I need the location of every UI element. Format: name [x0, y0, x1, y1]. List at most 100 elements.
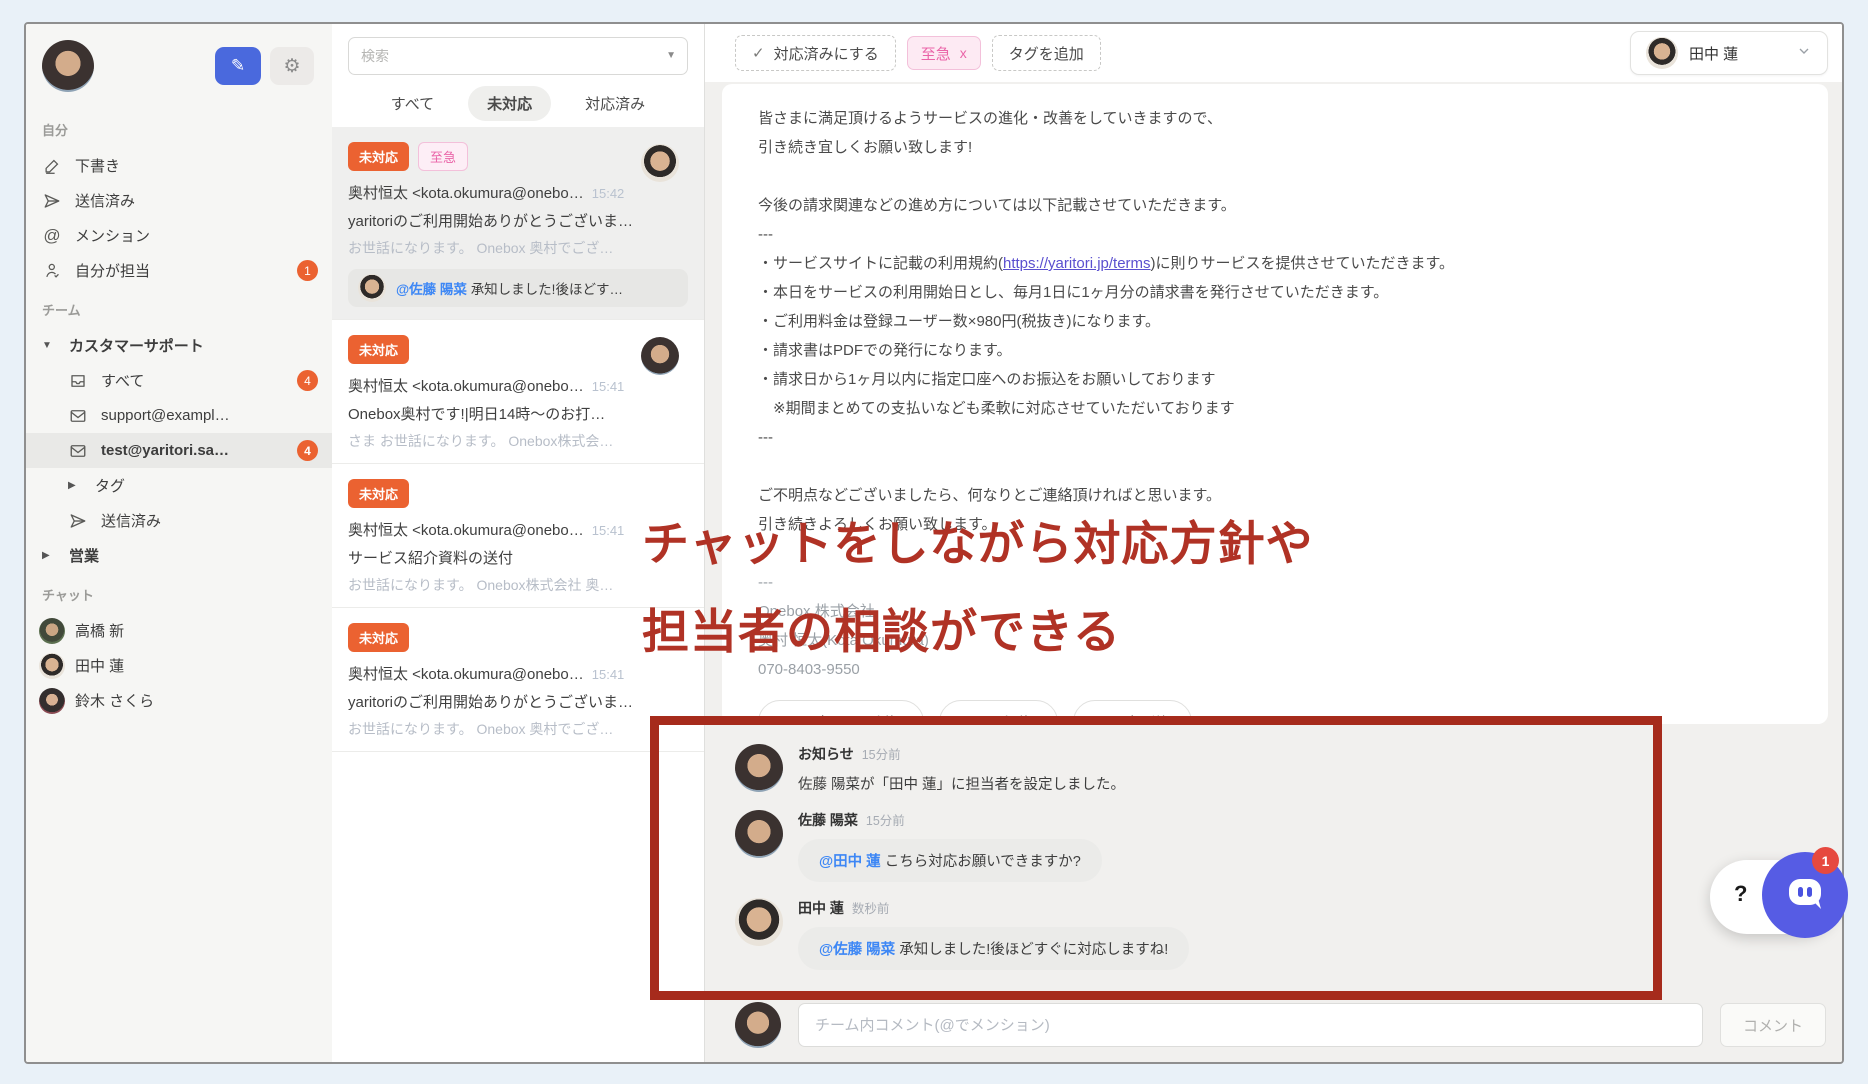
sidebar-item-label: メンション	[75, 225, 150, 246]
mail-list: 未対応 至急 奥村恒太 <kota.okumura@onebo… 15:42 y…	[332, 127, 704, 1062]
sidebar-item-label: 送信済み	[101, 510, 161, 531]
email-line: ※期間まとめての支払いなども柔軟に対応させていただいております	[758, 394, 1792, 423]
status-badge: 未対応	[348, 142, 409, 171]
unread-badge: 1	[297, 260, 318, 281]
chevron-right-icon: ▶	[68, 480, 82, 491]
tab-handled[interactable]: 対応済み	[581, 86, 649, 121]
sender: 奥村恒太 <kota.okumura@onebo…	[348, 663, 584, 684]
latest-comment-row: @佐藤 陽菜 承知しました!後ほどす…	[348, 269, 688, 307]
thread-toolbar: ✓ 対応済みにする 至急 x タグを追加 田中 蓮	[705, 24, 1842, 82]
urgent-tag-pill: 至急 x	[907, 36, 981, 70]
avatar	[735, 744, 783, 792]
chat-message: 佐藤 陽菜15分前 @田中 蓮 こちら対応お願いできますか?	[735, 808, 1842, 882]
terms-link[interactable]: https://yaritori.jp/terms	[1003, 255, 1151, 272]
reply-all-button[interactable]: 全員に返信	[758, 700, 924, 724]
settings-button[interactable]: ⚙	[270, 47, 314, 85]
chat-user-label: 高橋 新	[75, 620, 124, 641]
mail-list-item[interactable]: 未対応 奥村恒太 <kota.okumura@onebo… 15:41 Oneb…	[332, 320, 704, 464]
email-line-with-link: ・サービスサイトに記載の利用規約(https://yaritori.jp/ter…	[758, 249, 1792, 278]
mail-filter-tabs: すべて 未対応 対応済み	[332, 79, 704, 127]
comment-bar: コメント	[705, 994, 1842, 1062]
unread-badge: 4	[297, 370, 318, 391]
sidebar-item-label: support@exampl…	[101, 407, 230, 424]
pencil-icon	[42, 157, 62, 174]
tab-all[interactable]: すべて	[387, 86, 438, 121]
tab-unhandled[interactable]: 未対応	[468, 86, 551, 121]
mail-list-item[interactable]: 未対応 奥村恒太 <kota.okumura@onebo… 15:41 yari…	[332, 608, 704, 752]
internal-chat-feed: お知らせ15分前 佐藤 陽菜が「田中 蓮」に担当者を設定しました。 佐藤 陽菜1…	[705, 724, 1842, 994]
sidebar-item-sent[interactable]: 送信済み	[26, 183, 332, 218]
email-line: 引き続き宜しくお願い致します!	[758, 133, 1792, 162]
sidebar-item-label: test@yaritori.sa…	[101, 442, 229, 459]
compose-button[interactable]: ✎	[215, 47, 261, 85]
email-line: 引き続きよろしくお願い致します。	[758, 510, 1792, 539]
timestamp: 15:42	[592, 186, 625, 201]
sidebar-item-inbox-support[interactable]: support@exampl…	[26, 398, 332, 433]
forward-icon	[1097, 713, 1117, 724]
search-input[interactable]	[348, 37, 688, 75]
comment-submit-button[interactable]: コメント	[1720, 1003, 1826, 1047]
avatar	[42, 653, 62, 679]
email-line: 今後の請求関連などの進め方については以下記載させていただきます。	[758, 191, 1792, 220]
preview: お世話になります。 Onebox株式会社 奥…	[348, 575, 688, 595]
mention-link[interactable]: @佐藤 陽菜	[819, 942, 895, 958]
sidebar-group-customer-support[interactable]: ▼ カスタマーサポート	[26, 328, 332, 363]
forward-button[interactable]: 転 送	[1073, 700, 1192, 724]
envelope-icon	[68, 407, 88, 425]
help-button[interactable]: ?	[1734, 881, 1747, 907]
current-user-avatar[interactable]	[42, 40, 94, 92]
mail-list-column: ▼ すべて 未対応 対応済み 未対応 至急 奥村恒太 <kota.okumura…	[332, 24, 705, 1062]
subject: yaritoriのご利用開始ありがとうございま…	[348, 210, 688, 231]
sidebar-item-team-sent[interactable]: 送信済み	[26, 503, 332, 538]
subject: yaritoriのご利用開始ありがとうございま…	[348, 691, 688, 712]
mail-list-item[interactable]: 未対応 至急 奥村恒太 <kota.okumura@onebo… 15:42 y…	[332, 127, 704, 320]
chat-message: お知らせ15分前 佐藤 陽菜が「田中 蓮」に担当者を設定しました。	[735, 742, 1842, 794]
sidebar: ✎ ⚙ 自分 下書き 送信済み @ メンション	[26, 24, 332, 1062]
sidebar-section-self: 自分	[26, 108, 332, 148]
status-badge: 未対応	[348, 623, 409, 652]
email-line: ・ご利用料金は登録ユーザー数×980円(税抜き)になります。	[758, 307, 1792, 336]
sidebar-chat-user-takahashi[interactable]: 高橋 新	[26, 613, 332, 648]
sidebar-item-label: 自分が担当	[75, 260, 150, 281]
page: ✎ ⚙ 自分 下書き 送信済み @ メンション	[0, 0, 1868, 1084]
avatar	[735, 810, 783, 858]
at-icon: @	[42, 226, 62, 246]
sender: 奥村恒太 <kota.okumura@onebo…	[348, 519, 584, 540]
sidebar-chat-user-suzuki[interactable]: 鈴木 さくら	[26, 683, 332, 718]
sidebar-item-assigned[interactable]: 自分が担当 1	[26, 253, 332, 288]
sidebar-group-sales[interactable]: ▶ 営業	[26, 538, 332, 573]
preview: さま お世話になります。 Onebox株式会…	[348, 431, 688, 451]
sidebar-item-team-all[interactable]: すべて 4	[26, 363, 332, 398]
signature-line: 070-8403-9550	[758, 655, 1792, 684]
chevron-right-icon: ▶	[42, 550, 56, 561]
sidebar-chat-user-tanaka[interactable]: 田中 蓮	[26, 648, 332, 683]
mail-list-item[interactable]: 未対応 奥村恒太 <kota.okumura@onebo… 15:41 サービス…	[332, 464, 704, 608]
avatar	[735, 1002, 781, 1048]
mention-link[interactable]: @田中 蓮	[819, 854, 881, 870]
signature-line: Onebox 株式会社	[758, 597, 1792, 626]
timestamp: 15:41	[592, 523, 625, 538]
chat-author: お知らせ	[798, 746, 854, 762]
chat-time: 数秒前	[852, 902, 890, 916]
sender: 奥村恒太 <kota.okumura@onebo…	[348, 182, 584, 203]
sidebar-item-drafts[interactable]: 下書き	[26, 148, 332, 183]
sidebar-item-label: 下書き	[75, 155, 120, 176]
add-tag-button[interactable]: タグを追加	[992, 35, 1101, 71]
remove-tag-icon[interactable]: x	[960, 45, 967, 61]
status-badge: 未対応	[348, 479, 409, 508]
sidebar-group-label: 営業	[69, 545, 99, 566]
sidebar-item-mentions[interactable]: @ メンション	[26, 218, 332, 253]
sidebar-item-tags[interactable]: ▶ タグ	[26, 468, 332, 503]
email-line: 皆さまに満足頂けるようサービスの進化・改善をしていきますので、	[758, 104, 1792, 133]
email-line: ・請求書はPDFでの発行になります。	[758, 336, 1792, 365]
chat-author: 佐藤 陽菜	[798, 812, 858, 828]
sidebar-item-inbox-test[interactable]: test@yaritori.sa… 4	[26, 433, 332, 468]
comment-input[interactable]	[798, 1003, 1703, 1047]
reply-button[interactable]: 返 信	[939, 700, 1058, 724]
assignee-selector[interactable]: 田中 蓮	[1630, 31, 1828, 75]
mark-resolved-button[interactable]: ✓ 対応済みにする	[735, 35, 896, 71]
chat-time: 15分前	[862, 748, 901, 762]
app-window: ✎ ⚙ 自分 下書き 送信済み @ メンション	[24, 22, 1844, 1064]
avatar	[358, 274, 386, 302]
mention-link: @佐藤 陽菜	[396, 282, 467, 297]
